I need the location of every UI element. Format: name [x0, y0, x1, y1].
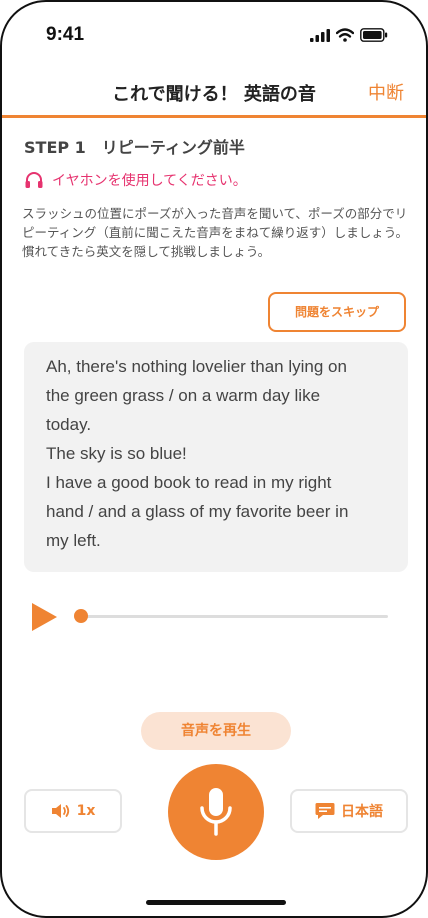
- sentence-line: the green grass / on a warm day like: [46, 386, 321, 405]
- sentence-line: my left.: [46, 531, 101, 550]
- notice-text: イヤホンを使用してください。: [52, 173, 247, 189]
- audio-player: [30, 600, 390, 632]
- home-indicator: [146, 900, 286, 905]
- instruction-text: スラッシュの位置にポーズが入った音声を聞いて、ポーズの部分でリピーティング（直前…: [22, 206, 409, 259]
- status-time: 9:41: [46, 24, 85, 45]
- wifi-icon: [336, 28, 354, 42]
- page-title: これで聞ける！ 英語の音: [112, 84, 316, 105]
- step-title: STEP 1 リピーティング前半: [24, 138, 245, 157]
- progress-thumb[interactable]: [74, 609, 88, 623]
- signal-icon: [310, 28, 330, 42]
- playback-speed-button[interactable]: 1x: [24, 789, 122, 833]
- speech-bubble-icon: [315, 803, 335, 819]
- abort-button[interactable]: 中断: [368, 79, 404, 105]
- sentence-text-box: Ah, there's nothing lovelier than lying …: [24, 342, 408, 572]
- microphone-icon: [200, 788, 232, 836]
- status-bar: 9:41: [2, 2, 426, 66]
- speed-label: 1x: [76, 803, 96, 819]
- skip-question-button[interactable]: 問題をスキップ: [268, 292, 406, 332]
- progress-track[interactable]: [80, 615, 388, 618]
- header: これで聞ける！ 英語の音 中断: [2, 66, 426, 118]
- play-audio-button[interactable]: 音声を再生: [141, 712, 291, 750]
- sentence-line: hand / and a glass of my favorite beer i…: [46, 502, 349, 521]
- japanese-translation-button[interactable]: 日本語: [290, 789, 408, 833]
- language-label: 日本語: [341, 804, 383, 820]
- sentence-line: The sky is so blue!: [46, 444, 187, 463]
- record-button[interactable]: [168, 764, 264, 860]
- speaker-icon: [51, 804, 69, 818]
- earphone-notice: イヤホンを使用してください。: [24, 170, 247, 190]
- status-icons: [310, 28, 388, 42]
- battery-icon: [360, 28, 388, 42]
- sentence-line: Ah, there's nothing lovelier than lying …: [46, 357, 347, 376]
- play-icon[interactable]: [30, 602, 58, 632]
- phone-frame: 9:41 これで聞ける！ 英語の音 中断 STEP 1 リピーティング前半 イヤ…: [0, 0, 428, 918]
- headphones-icon: [25, 172, 43, 188]
- sentence-line: today.: [46, 415, 92, 434]
- sentence-line: I have a good book to read in my right: [46, 473, 332, 492]
